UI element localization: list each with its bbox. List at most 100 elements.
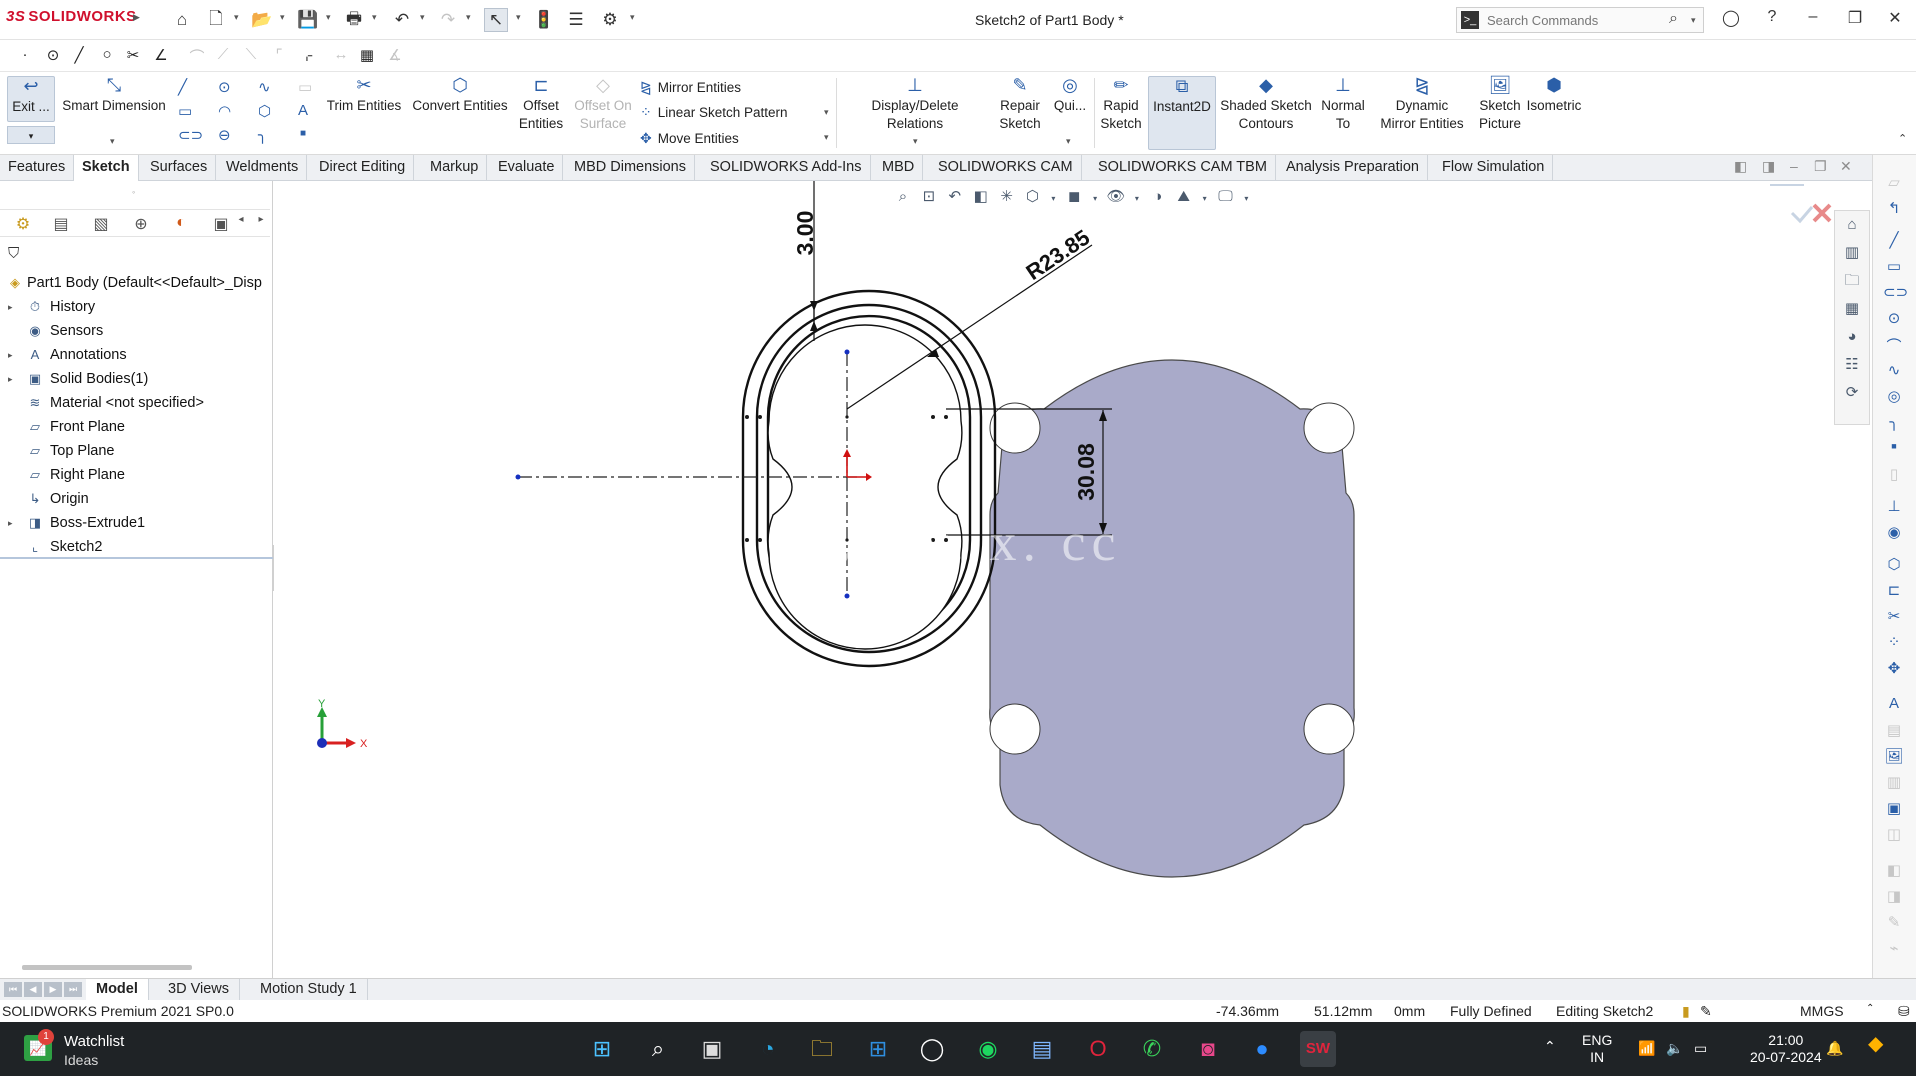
vt-arc-3pt-icon[interactable]: ⌒ [1883, 335, 1905, 356]
tab-features[interactable]: Features [0, 155, 75, 181]
vt-tool-b-icon[interactable]: ◨ [1883, 887, 1905, 905]
watchlist-widget[interactable]: 📈 1 Watchlist Ideas [24, 1029, 174, 1071]
repair-sketch-button[interactable]: ✎ Repair Sketch [996, 76, 1044, 133]
chamfer-icon[interactable]: ⌒ [186, 46, 208, 66]
view-palette-icon[interactable]: ▦ [1835, 295, 1869, 323]
doc-restore-icon[interactable]: ❐ [1814, 158, 1827, 175]
tree-item-front-plane[interactable]: ▱ Front Plane [0, 415, 273, 439]
sketch-drawing[interactable]: 3.00 R23.85 30.08 Y X [274, 181, 1872, 978]
solidworks-logo[interactable]: 3S SOLIDWORKS [6, 8, 137, 25]
vt-point-icon[interactable]: ■ [1883, 441, 1905, 451]
confirmation-corner[interactable] [1770, 184, 1832, 224]
instant2d-button[interactable]: ⧉ Instant2D [1148, 76, 1216, 150]
file-explorer-icon[interactable]: 🗀 [1835, 267, 1869, 295]
tile-horizontal-icon[interactable]: ◧ [1734, 158, 1747, 175]
clock[interactable]: 21:00 20-07-2024 [1750, 1032, 1822, 1066]
extend-icon[interactable]: ∠ [150, 46, 172, 66]
exit-sketch-dropdown[interactable]: ▾ [7, 126, 55, 144]
tab-weldments[interactable]: Weldments [218, 155, 308, 181]
tree-item-boss-extrude1[interactable]: ▸ ◨ Boss-Extrude1 [0, 511, 273, 535]
vt-block-icon[interactable]: ▤ [1883, 721, 1905, 739]
rebuild-icon[interactable]: 🚦 [532, 8, 556, 32]
vt-snap-icon[interactable]: ◉ [1883, 523, 1905, 541]
move-entities-button[interactable]: ✥ Move Entities [640, 130, 739, 147]
opera-icon[interactable]: O [1080, 1031, 1116, 1067]
polygon-tool-icon[interactable]: ⬡ [258, 102, 271, 120]
file-explorer-taskbar-icon[interactable]: 🗀 [804, 1031, 840, 1067]
linear-sketch-pattern-button[interactable]: ⁘ Linear Sketch Pattern [640, 104, 788, 121]
feature-manager-tab-icon[interactable]: ⚙ [8, 214, 38, 234]
redo-icon[interactable]: ↷ [436, 8, 460, 32]
convert-entities-button[interactable]: ⬡ Convert Entities [410, 76, 510, 115]
display-delete-relations-button[interactable]: ⊥ Display/Delete Relations [842, 76, 988, 133]
dimension-height[interactable]: 30.08 [1073, 443, 1099, 501]
vt-tool-d-icon[interactable]: ⌁ [1883, 939, 1905, 957]
search-input[interactable]: Search Commands [1487, 13, 1598, 28]
vt-pattern-icon[interactable]: ⁘ [1883, 633, 1905, 651]
tab-flow-simulation[interactable]: Flow Simulation [1434, 155, 1554, 181]
solidworks-taskbar-icon[interactable]: SW [1300, 1031, 1336, 1067]
copilot-icon[interactable]: ◆ [1868, 1034, 1883, 1054]
tab-3d-views[interactable]: 3D Views [158, 979, 240, 1001]
tree-item-origin[interactable]: ↳ Origin [0, 487, 273, 511]
tab-mbd[interactable]: MBD [874, 155, 924, 181]
close-button[interactable]: ✕ [1880, 8, 1910, 32]
circle-tool-icon[interactable]: ⊙ [218, 78, 231, 96]
configuration-manager-tab-icon[interactable]: ▧ [86, 214, 116, 234]
mirror-entities-button[interactable]: ⧎ Mirror Entities [640, 79, 741, 96]
partial-rectangle-icon[interactable]: ⌌ [296, 46, 318, 66]
split-icon[interactable]: ⟍ [240, 46, 262, 66]
file-properties-icon[interactable]: ☰ [564, 8, 588, 32]
corner-icon[interactable]: ⌜ [268, 46, 290, 66]
exit-sketch-button[interactable]: ↩ Exit ... [7, 76, 55, 122]
trim-entities-button[interactable]: ✂ Trim Entities [326, 76, 402, 115]
search-taskbar-icon[interactable]: ⌕ [640, 1031, 676, 1067]
custom-properties-icon[interactable]: ☷ [1835, 351, 1869, 379]
task-view-icon[interactable]: ▣ [694, 1031, 730, 1067]
property-manager-tab-icon[interactable]: ▤ [46, 214, 76, 234]
whatsapp-web-icon[interactable]: ◯ [914, 1031, 950, 1067]
vt-arc-icon[interactable]: ↰ [1883, 199, 1905, 217]
next-tab-icon[interactable]: ▶ [44, 982, 62, 997]
spline-tool-icon[interactable]: ∿ [258, 78, 271, 96]
solidworks-forum-icon[interactable]: ⟳ [1835, 379, 1869, 407]
tab-model[interactable]: Model [86, 979, 149, 1001]
whatsapp-icon[interactable]: ✆ [1134, 1031, 1170, 1067]
dimxpert-tab-icon[interactable]: ⊕ [126, 214, 156, 234]
vt-move-icon[interactable]: ✥ [1883, 659, 1905, 677]
line-icon[interactable]: ╱ [68, 46, 90, 66]
tab-evaluate[interactable]: Evaluate [490, 155, 564, 181]
circle-center-icon[interactable]: ⊙ [42, 46, 64, 66]
search-icon[interactable]: ⌕ [1669, 10, 1678, 28]
smart-dimension-button[interactable]: ⤡ Smart Dimension [60, 76, 168, 115]
tree-root-part[interactable]: ◈ Part1 Body (Default<<Default>_Disp [0, 271, 273, 295]
point-tool-icon[interactable]: ■ [300, 128, 306, 139]
vt-select-icon[interactable]: ▱ [1883, 173, 1905, 191]
show-hidden-icons[interactable]: ⌃ [1544, 1038, 1556, 1055]
microsoft-store-icon[interactable]: ⊞ [860, 1031, 896, 1067]
isometric-button[interactable]: ⬢ Isometric [1522, 76, 1586, 115]
instagram-icon[interactable]: ◙ [1190, 1031, 1226, 1067]
normal-to-button[interactable]: ⊥ Normal To [1316, 76, 1370, 133]
first-tab-icon[interactable]: ⏮ [4, 982, 22, 997]
tree-item-right-plane[interactable]: ▱ Right Plane [0, 463, 273, 487]
battery-icon[interactable]: ▭ [1694, 1040, 1707, 1057]
open-icon[interactable]: 📂 [250, 8, 274, 32]
tab-solidworks-cam-tbm[interactable]: SOLIDWORKS CAM TBM [1090, 155, 1276, 181]
grid-icon[interactable]: ▦ [356, 46, 378, 66]
tree-item-sensors[interactable]: ◉ Sensors [0, 319, 273, 343]
vt-fillet-icon[interactable]: ╮ [1883, 413, 1905, 431]
help-icon[interactable]: ? [1757, 8, 1787, 32]
rebuild-status-icon[interactable]: ▮ [1682, 1003, 1690, 1020]
tab-mbd-dimensions[interactable]: MBD Dimensions [566, 155, 695, 181]
vt-text-icon[interactable]: A [1883, 695, 1905, 712]
vt-tool-c-icon[interactable]: ✎ [1883, 913, 1905, 931]
linear-dimension-icon[interactable]: ↔ [330, 46, 352, 66]
tree-item-solid-bodies[interactable]: ▸ ▣ Solid Bodies(1) [0, 367, 273, 391]
new-document-icon[interactable]: 🗋 [204, 8, 228, 32]
tab-surfaces[interactable]: Surfaces [142, 155, 217, 181]
arc-tool-icon[interactable]: ◠ [218, 102, 231, 120]
vt-relations-icon[interactable]: ⊥ [1883, 497, 1905, 515]
shaded-sketch-contours-button[interactable]: ◆ Shaded Sketch Contours [1220, 76, 1312, 133]
vt-slot-icon[interactable]: ⊂⊃ [1883, 283, 1908, 301]
